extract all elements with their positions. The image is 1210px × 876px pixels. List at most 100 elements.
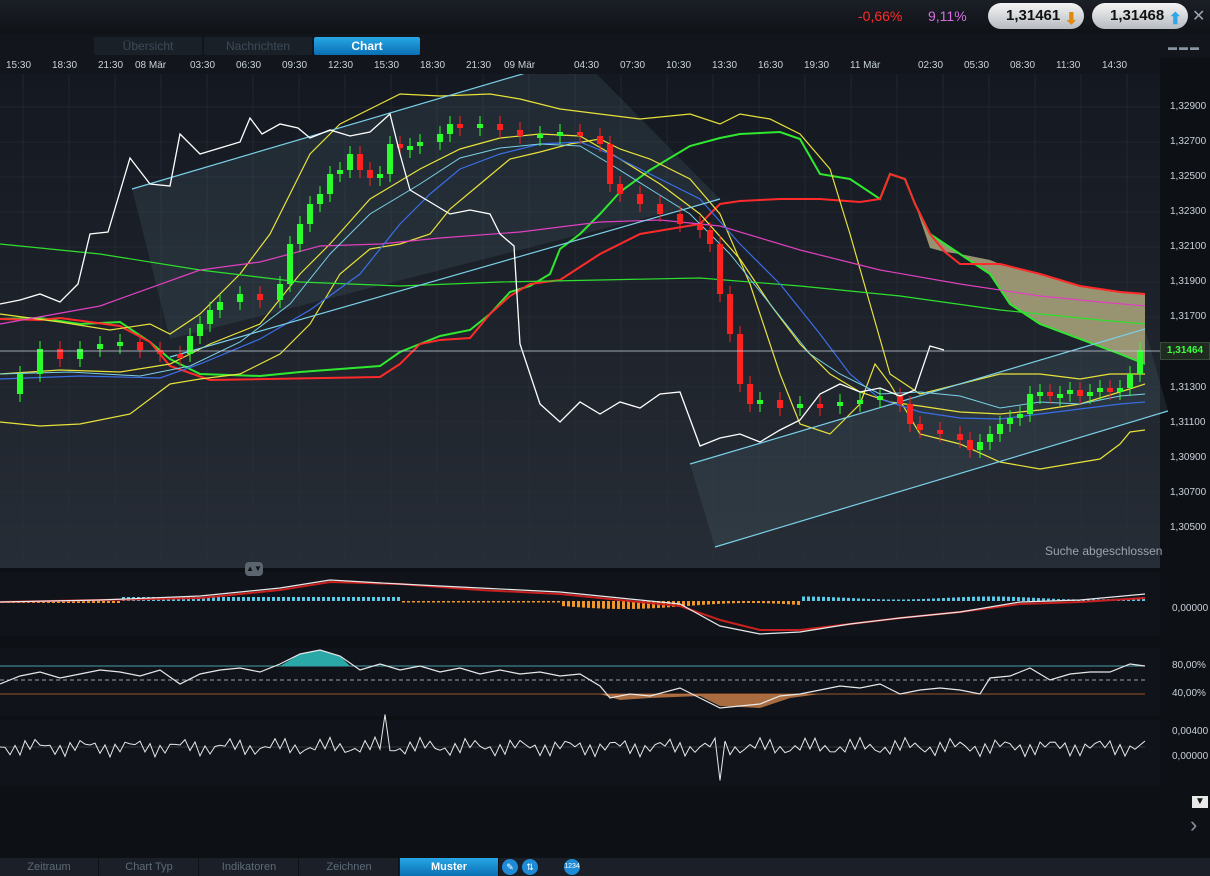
tab-chart[interactable]: Chart — [314, 37, 420, 55]
candle-body — [897, 396, 903, 404]
candle-body — [57, 349, 63, 359]
candle-body — [217, 302, 223, 310]
macd-bar — [962, 597, 965, 601]
candle-body — [327, 174, 333, 194]
candle-body — [137, 342, 143, 350]
candle-body — [977, 442, 983, 450]
macd-bar — [927, 598, 930, 601]
toolbar-zeitraum[interactable]: Zeitraum — [0, 858, 99, 876]
candle-body — [1107, 388, 1113, 392]
macd-bar — [562, 601, 565, 607]
macd-bar — [442, 601, 445, 603]
tab-uebersicht[interactable]: Übersicht — [94, 37, 202, 55]
macd-bar — [267, 597, 270, 601]
macd-bar — [247, 597, 250, 601]
time-label: 21:30 — [466, 60, 492, 71]
toolbar-indikatoren[interactable]: Indikatoren — [200, 858, 299, 876]
chart-canvas[interactable] — [0, 74, 1210, 792]
tab-nachrichten[interactable]: Nachrichten — [204, 37, 312, 55]
sell-price-button[interactable]: 1,31461 ⬇ — [988, 3, 1084, 29]
macd-bar — [862, 598, 865, 601]
time-label: 15:30 — [374, 60, 400, 71]
macd-bar — [577, 601, 580, 608]
macd-bar — [932, 598, 935, 601]
candle-body — [1057, 394, 1063, 398]
candle-body — [377, 174, 383, 178]
candle-body — [277, 284, 283, 300]
macd-bar — [232, 597, 235, 601]
candle-body — [997, 424, 1003, 434]
macd-bar — [852, 598, 855, 601]
time-label: 16:30 — [758, 60, 784, 71]
macd-bar — [1022, 597, 1025, 601]
toolbar-zeichnen[interactable]: Zeichnen — [300, 858, 399, 876]
price-label: 1,30900 — [1170, 452, 1207, 463]
chevron-right-icon[interactable]: › — [1190, 812, 1197, 838]
macd-bar — [827, 597, 830, 601]
candle-body — [717, 244, 723, 294]
macd-bar — [982, 596, 985, 601]
close-icon[interactable]: ✕ — [1192, 6, 1205, 26]
macd-bar — [467, 601, 470, 603]
macd-bar — [102, 601, 105, 603]
macd-bar — [537, 601, 540, 603]
macd-bar — [897, 599, 900, 601]
candle-body — [37, 349, 43, 374]
candle-body — [957, 434, 963, 440]
macd-bar — [392, 597, 395, 601]
macd-bar — [777, 601, 780, 604]
candle-body — [1137, 350, 1143, 374]
pane-resize-handle[interactable]: ▲▼ — [245, 562, 263, 576]
macd-bar — [992, 596, 995, 601]
macd-bar — [257, 597, 260, 601]
bid-price: 1,31461 — [1006, 7, 1061, 24]
macd-bar — [947, 597, 950, 601]
time-label: 06:30 — [236, 60, 262, 71]
pencil-icon[interactable]: ✎ — [502, 859, 518, 875]
candle-body — [1127, 374, 1133, 388]
macd-bar — [322, 597, 325, 601]
macd-bar — [747, 601, 750, 604]
swap-icon[interactable]: ⇅ — [522, 859, 538, 875]
toolbar-chart-typ[interactable]: Chart Typ — [100, 858, 199, 876]
candle-body — [307, 204, 313, 224]
macd-bar — [597, 601, 600, 609]
macd-bar — [272, 597, 275, 601]
macd-bar — [417, 601, 420, 603]
price-label: 1,31300 — [1170, 382, 1207, 393]
candle-body — [317, 194, 323, 204]
window-controls[interactable]: ▬▬▬ — [1168, 42, 1201, 52]
macd-bar — [327, 597, 330, 601]
candle-body — [607, 144, 613, 184]
price-label: 1,32100 — [1170, 241, 1207, 252]
volatility-percent: 9,11% — [928, 8, 967, 24]
candle-body — [1117, 388, 1123, 392]
macd-bar — [712, 601, 715, 605]
macd-bar — [107, 601, 110, 603]
macd-bar — [352, 597, 355, 601]
macd-bar — [977, 596, 980, 601]
macd-bar — [652, 601, 655, 609]
empty-panel-area — [0, 792, 1210, 858]
calendar-icon[interactable]: 1234 — [564, 859, 580, 875]
toolbar-muster[interactable]: Muster — [400, 858, 499, 876]
candle-body — [257, 294, 263, 300]
macd-bar — [1007, 596, 1010, 601]
macd-bar — [1037, 598, 1040, 601]
macd-bar — [832, 597, 835, 601]
macd-bar — [377, 597, 380, 601]
macd-bar — [397, 597, 400, 601]
time-label: 07:30 — [620, 60, 646, 71]
candle-body — [777, 400, 783, 408]
candle-body — [577, 132, 583, 136]
candle-body — [1097, 388, 1103, 392]
download-icon[interactable]: ▼ — [1192, 796, 1208, 808]
time-axis: 15:30 18:30 21:30 08 Mär 03:30 06:30 09:… — [0, 58, 1160, 74]
candle-body — [357, 154, 363, 170]
buy-price-button[interactable]: 1,31468 ⬆ — [1092, 3, 1188, 29]
candle-body — [97, 344, 103, 349]
macd-bar — [792, 601, 795, 605]
price-label: 1,31100 — [1170, 417, 1206, 428]
macd-bar — [407, 601, 410, 603]
macd-bar — [787, 601, 790, 605]
